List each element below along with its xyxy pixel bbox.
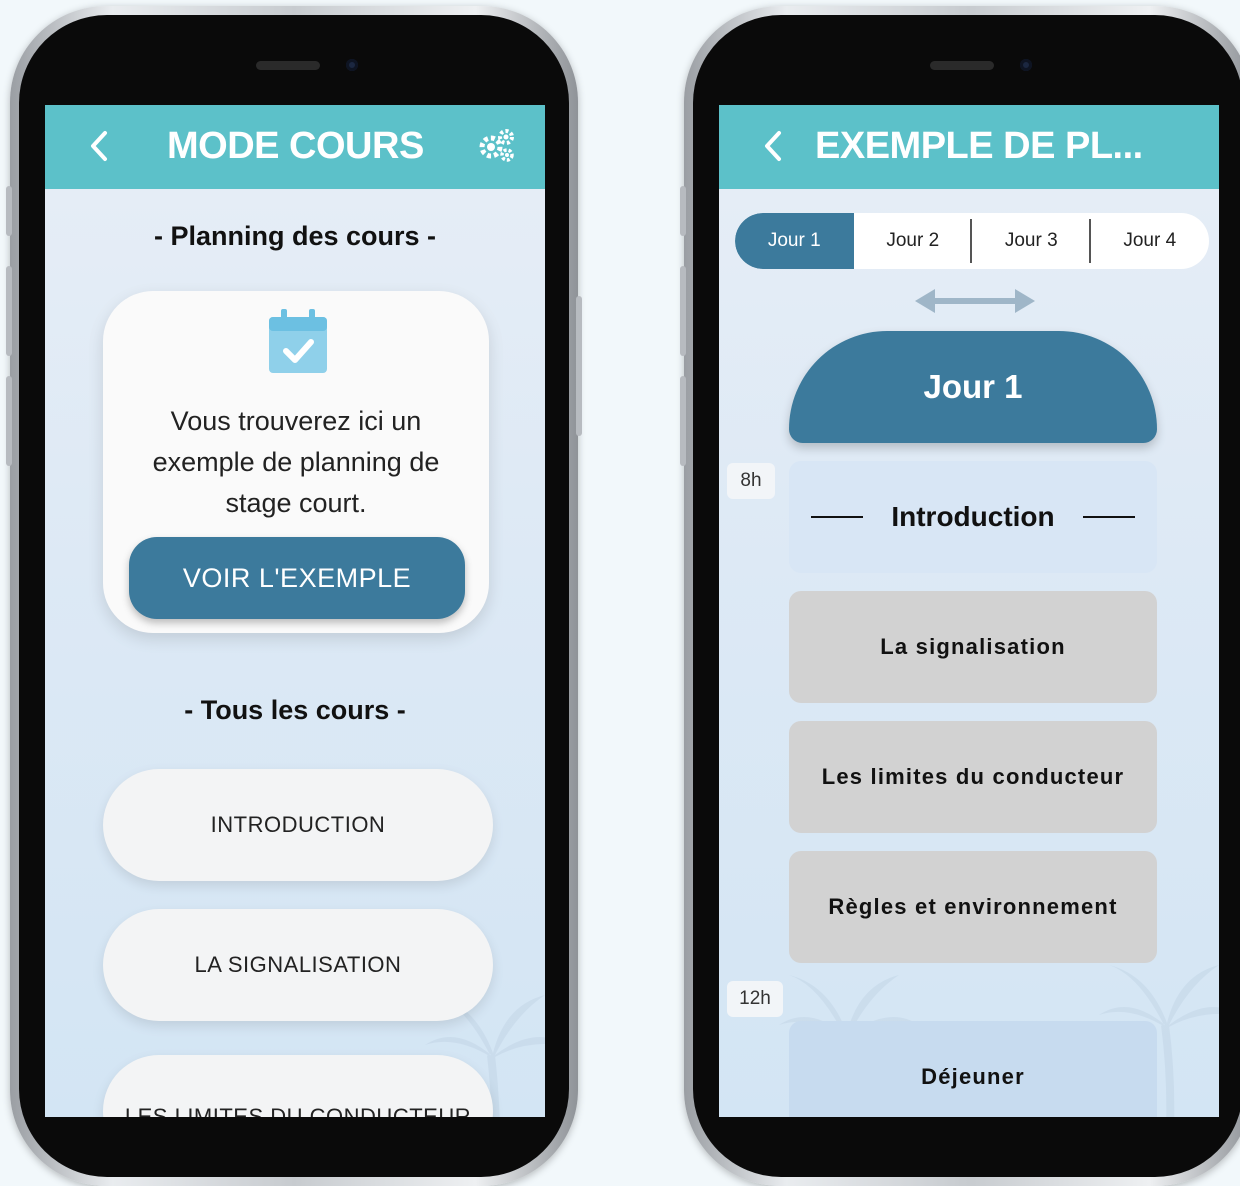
planning-description: Vous trouverez ici un exemple de plannin… (152, 406, 440, 518)
hour-label: 8h (727, 463, 775, 499)
speaker (256, 61, 320, 70)
app-screen-exemple-planning: EXEMPLE DE PL... Jour 1 Jour 2 Jour 3 Jo… (719, 105, 1219, 1117)
front-camera (346, 59, 358, 71)
slot-introduction[interactable]: Introduction (789, 461, 1157, 573)
courses-section-title: - Tous les cours - (184, 695, 406, 725)
divider-line (811, 516, 863, 518)
volume-up-button (6, 266, 12, 356)
tab-jour-4[interactable]: Jour 4 (1091, 213, 1210, 269)
tab-jour-2[interactable]: Jour 2 (854, 213, 972, 269)
slot-limites-conducteur[interactable]: Les limites du conducteur (789, 721, 1157, 833)
voir-exemple-button[interactable]: VOIR L'EXEMPLE (129, 537, 465, 619)
planning-section-title: - Planning des cours - (153, 221, 437, 251)
phone-frame-left: MODE COURS - Planning des cours - Vous t… (6, 6, 582, 1186)
tab-jour-1[interactable]: Jour 1 (735, 213, 854, 269)
chevron-left-icon[interactable] (759, 129, 789, 163)
planning-card: Vous trouverez ici un exemple de plannin… (103, 291, 489, 633)
hour-label: 12h (727, 981, 783, 1017)
tab-label: Jour 3 (1004, 230, 1058, 251)
app-header: EXEMPLE DE PL... (719, 105, 1219, 189)
power-button (576, 296, 582, 436)
gears-icon[interactable] (477, 125, 517, 165)
phone-frame-right: EXEMPLE DE PL... Jour 1 Jour 2 Jour 3 Jo… (680, 6, 1240, 1186)
slot-label: Introduction (891, 501, 1055, 532)
slot-regles-environnement[interactable]: Règles et environnement (789, 851, 1157, 963)
divider-line (1083, 516, 1135, 518)
page-title: MODE COURS (167, 125, 424, 167)
bezel: EXEMPLE DE PL... Jour 1 Jour 2 Jour 3 Jo… (693, 15, 1240, 1177)
app-header: MODE COURS (45, 105, 545, 189)
slot-signalisation[interactable]: La signalisation (789, 591, 1157, 703)
day-tabs: Jour 1 Jour 2 Jour 3 Jour 4 (735, 213, 1209, 269)
tab-jour-3[interactable]: Jour 3 (972, 213, 1091, 269)
volume-down-button (6, 376, 12, 466)
silent-switch (6, 186, 12, 236)
app-screen-mode-cours: MODE COURS - Planning des cours - Vous t… (45, 105, 545, 1117)
course-item-introduction[interactable]: INTRODUCTION (103, 769, 493, 881)
slot-dejeuner[interactable]: Déjeuner (789, 1021, 1157, 1117)
page-title: EXEMPLE DE PL... (815, 125, 1143, 167)
front-camera (1020, 59, 1032, 71)
speaker (930, 61, 994, 70)
course-item-signalisation[interactable]: LA SIGNALISATION (103, 909, 493, 1021)
calendar-check-icon (269, 309, 327, 373)
volume-down-button (680, 376, 686, 466)
silent-switch (680, 186, 686, 236)
swipe-arrows-icon (915, 289, 1035, 313)
course-item-limites-conducteur[interactable]: LES LIMITES DU CONDUCTEUR (103, 1055, 493, 1117)
volume-up-button (680, 266, 686, 356)
day-title: Jour 1 (789, 331, 1157, 443)
bezel: MODE COURS - Planning des cours - Vous t… (19, 15, 569, 1177)
tab-label: Jour 2 (886, 230, 940, 251)
chevron-left-icon[interactable] (85, 129, 115, 163)
